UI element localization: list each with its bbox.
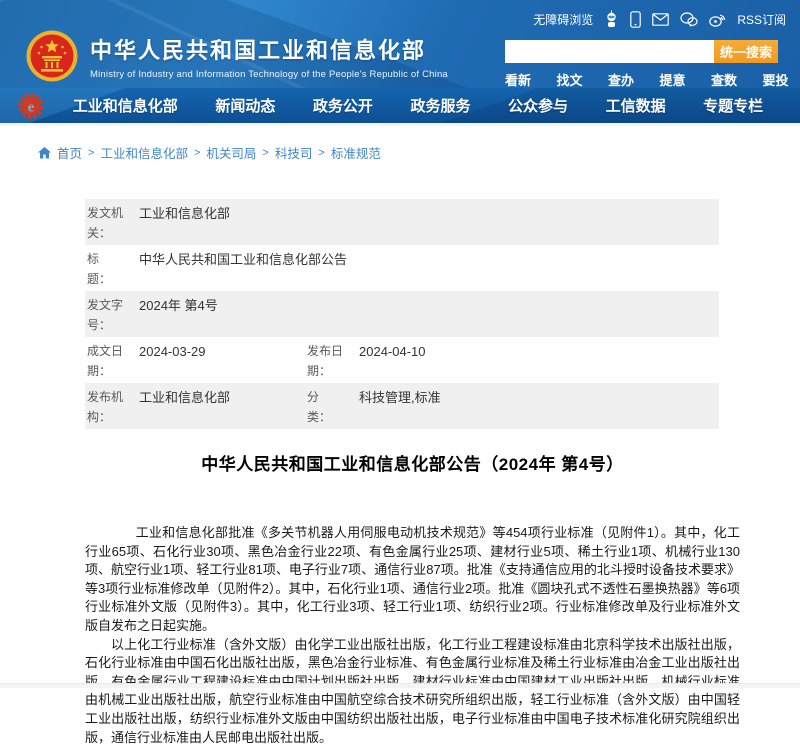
document-page: 发文机关： 工业和信息化部 标 题： 中华人民共和国工业和信息化部公告 发文字号… (85, 199, 740, 747)
main-nav: e 工业和信息化部 新闻动态 政务公开 政务服务 公众参与 工信数据 专题专栏 (0, 88, 800, 126)
field-value-title: 中华人民共和国工业和信息化部公告 (139, 249, 347, 270)
site-subtitle: Ministry of Industry and Information Tec… (90, 69, 448, 80)
field-label-issuing-authority: 发文机关： (87, 203, 127, 243)
accessibility-link[interactable]: 无障碍浏览 (533, 11, 593, 28)
quick-link-services[interactable]: 查办事 (608, 70, 646, 88)
svg-text:e: e (28, 99, 35, 115)
quick-link-suggest[interactable]: 提意见 (660, 70, 698, 88)
site-header: 无障碍浏览 (0, 0, 800, 88)
mascot-robot-icon[interactable] (604, 10, 619, 28)
breadcrumb-miit[interactable]: 工业和信息化部 (100, 143, 188, 162)
table-row: 发文机关： 工业和信息化部 (85, 199, 719, 245)
brand: 中华人民共和国工业和信息化部 Ministry of Industry and … (26, 30, 448, 82)
field-label-publish-date: 发布日期： (307, 341, 347, 381)
quick-link-complaint[interactable]: 要投诉 (763, 70, 800, 88)
breadcrumb-separator: > (262, 147, 268, 159)
search-button[interactable]: 统一搜索 (714, 40, 778, 63)
miit-gear-logo-icon: e (18, 93, 44, 119)
announcement-paragraph: 工业和信息化部批准《多关节机器人用伺服电动机技术规范》等454项行业标准（见附件… (85, 524, 740, 636)
announcement-paragraph: 以上化工行业标准（含外文版）由化学工业出版社出版，化工行业工程建设标准由北京科学… (85, 636, 740, 747)
table-row: 发布机构： 工业和信息化部 分 类： 科技管理,标准 (85, 383, 719, 429)
nav-item-gov-open[interactable]: 政务公开 (313, 95, 373, 116)
quick-link-news[interactable]: 看新闻 (505, 70, 543, 88)
field-label-category: 分 类： (307, 387, 347, 427)
field-value-category: 科技管理,标准 (359, 387, 441, 408)
breadcrumb-separator: > (318, 147, 324, 159)
site-title: 中华人民共和国工业和信息化部 (90, 33, 448, 65)
breadcrumb-separator: > (194, 147, 200, 159)
weibo-icon[interactable] (709, 12, 726, 27)
quick-link-files[interactable]: 找文件 (557, 70, 595, 88)
national-emblem-icon (26, 30, 78, 82)
field-label-doc-number: 发文字号： (87, 295, 127, 335)
mobile-icon[interactable] (630, 11, 641, 28)
field-value-written-date: 2024-03-29 (139, 341, 206, 362)
field-value-publish-date: 2024-04-10 (359, 341, 426, 362)
breadcrumb-tech-dept[interactable]: 科技司 (275, 143, 313, 162)
nav-item-news[interactable]: 新闻动态 (215, 95, 275, 116)
mail-icon[interactable] (652, 13, 669, 26)
wechat-icon[interactable] (680, 12, 698, 27)
field-label-written-date: 成文日期： (87, 341, 127, 381)
nav-item-gov-service[interactable]: 政务服务 (410, 95, 470, 116)
quick-link-data[interactable]: 查数据 (711, 70, 749, 88)
field-label-title: 标 题： (87, 249, 127, 289)
breadcrumb-departments[interactable]: 机关司局 (206, 143, 256, 162)
nav-item-topics[interactable]: 专题专栏 (703, 95, 763, 116)
nav-item-data[interactable]: 工信数据 (606, 95, 666, 116)
field-label-publishing-org: 发布机构： (87, 387, 127, 427)
nav-item-participation[interactable]: 公众参与 (508, 95, 568, 116)
topbar: 无障碍浏览 (533, 10, 786, 28)
table-row: 发文字号： 2024年 第4号 (85, 291, 719, 337)
announcement-body: 工业和信息化部批准《多关节机器人用伺服电动机技术规范》等454项行业标准（见附件… (85, 524, 740, 747)
nav-item-miit[interactable]: 工业和信息化部 (73, 95, 178, 116)
field-value-issuing-authority: 工业和信息化部 (139, 203, 230, 224)
announcement-title: 中华人民共和国工业和信息化部公告（2024年 第4号） (85, 450, 740, 475)
quick-links: 看新闻 找文件 查办事 提意见 查数据 要投诉 (505, 70, 800, 88)
table-row: 标 题： 中华人民共和国工业和信息化部公告 (85, 245, 719, 291)
breadcrumb-separator: > (88, 147, 94, 159)
footer-strip (0, 683, 800, 688)
rss-link[interactable]: RSS订阅 (737, 11, 786, 28)
search-input[interactable] (505, 40, 714, 63)
field-value-publishing-org: 工业和信息化部 (139, 387, 230, 408)
breadcrumb: 首页 > 工业和信息化部 > 机关司局 > 科技司 > 标准规范 (38, 143, 800, 162)
field-value-doc-number: 2024年 第4号 (139, 295, 218, 316)
breadcrumb-standards[interactable]: 标准规范 (331, 143, 381, 162)
document-info-table: 发文机关： 工业和信息化部 标 题： 中华人民共和国工业和信息化部公告 发文字号… (85, 199, 719, 429)
breadcrumb-home[interactable]: 首页 (57, 143, 82, 162)
home-icon (38, 147, 51, 159)
table-row: 成文日期： 2024-03-29 发布日期： 2024-04-10 (85, 337, 719, 383)
